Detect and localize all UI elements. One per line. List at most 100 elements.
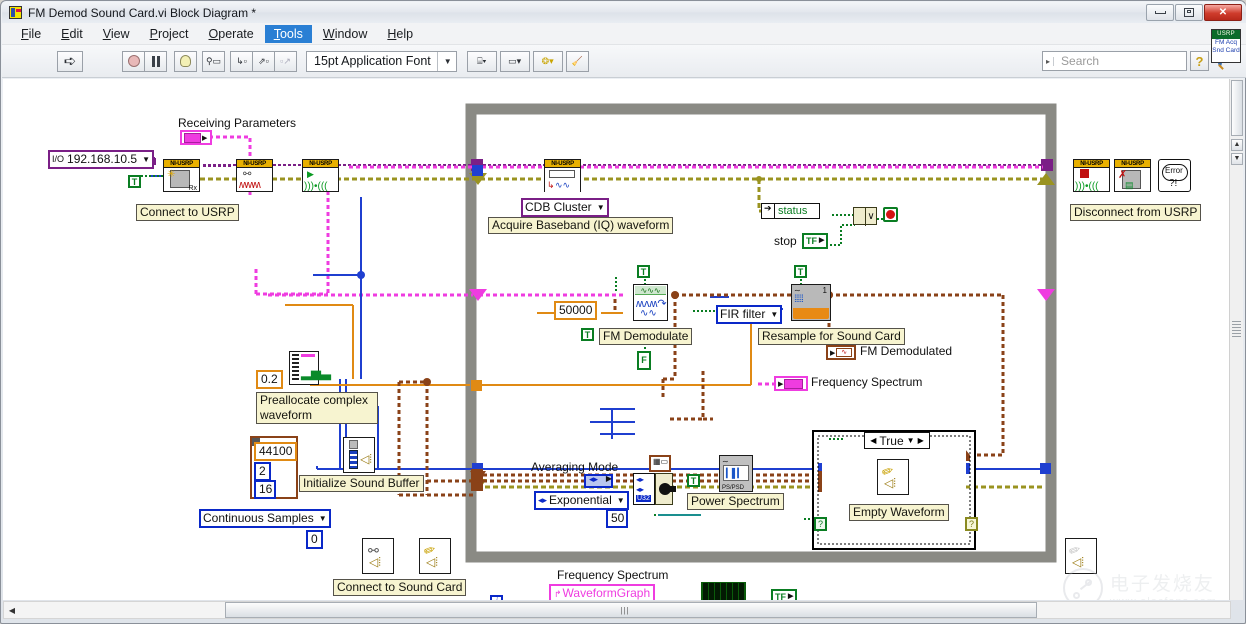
fm-demodulated-terminal[interactable]: ▶ ∿ (826, 345, 856, 360)
or-function-node[interactable]: ∨ (853, 207, 877, 225)
constant-0-2[interactable]: 0.2 (256, 370, 283, 389)
menu-file[interactable]: File (12, 25, 50, 43)
resample-for-sound-card-caption: Resample for Sound Card (758, 328, 905, 345)
window-title: FM Demod Sound Card.vi Block Diagram * (28, 6, 256, 20)
averaging-mode-enum-terminal[interactable]: ◂▸ ▶ (584, 474, 613, 488)
boolean-true-constant-1[interactable]: T (128, 175, 141, 188)
sound-on-boolean[interactable]: TF ▶ (771, 589, 797, 600)
constant-zero[interactable]: 0 (306, 530, 323, 549)
horizontal-scrollbar[interactable]: ◀ ||| (3, 601, 1231, 619)
scroll-grip-dots: ||| (620, 606, 629, 615)
close-button[interactable]: ✕ (1204, 4, 1242, 21)
align-objects-button[interactable]: ⌸▾ (467, 51, 497, 72)
scroll-up-arrow[interactable]: ▲ (1231, 139, 1243, 151)
menu-window[interactable]: Window (314, 25, 376, 43)
channels-constant[interactable]: 2 (254, 462, 271, 481)
usrp-configure-signal-node[interactable]: NI-USRP ⚯ ʍʍʍ (236, 159, 273, 192)
usrp-open-rx-session-node[interactable]: NI-USRP ✳ Rx (163, 159, 200, 192)
usrp-fetch-rx-data-node[interactable]: NI-USRP ↳ ∿∿ (544, 159, 581, 192)
vertical-scrollbar-grip[interactable] (1232, 321, 1241, 343)
retain-wire-values-button[interactable]: ⚲▭ (202, 51, 225, 72)
bundle-cluster-node[interactable] (655, 473, 673, 505)
block-diagram-canvas[interactable]: I/O 192.168.10.5 ▼ Receiving Parameters … (3, 79, 1231, 600)
sound-output-write-node-left[interactable]: ✏ ◁⦙ (419, 538, 451, 574)
reorder-button[interactable]: ❂▾ (533, 51, 563, 72)
power-spectrum-node[interactable]: ∼ ▎▌▎ PS/PSD (719, 455, 753, 492)
horizontal-scroll-track[interactable]: ||| (20, 602, 1230, 618)
initialize-sound-buffer-node[interactable]: ◁⦙ (343, 437, 375, 473)
abort-execution-button[interactable] (122, 51, 145, 72)
pause-button[interactable] (144, 51, 167, 72)
usrp-close-session-node[interactable]: NI-USRP ✗ ▤ (1114, 159, 1151, 192)
menu-help[interactable]: Help (378, 25, 422, 43)
step-over-button[interactable]: ⇗▫ (252, 51, 275, 72)
status-unbundle-node[interactable]: status (773, 203, 820, 219)
menu-tools[interactable]: Tools (265, 25, 312, 43)
scroll-left-arrow[interactable]: ◀ (4, 602, 20, 618)
bundle-cluster-icon-node[interactable]: ▦▭ (649, 455, 671, 472)
search-box[interactable]: ▸ (1042, 51, 1187, 71)
menu-edit[interactable]: Edit (52, 25, 92, 43)
receiving-parameters-label: Receiving Parameters (178, 116, 296, 130)
menu-operate[interactable]: Operate (200, 25, 263, 43)
vertical-scroll-thumb[interactable] (1231, 80, 1243, 136)
boolean-false-constant-1[interactable]: F (637, 351, 651, 370)
constant-50[interactable]: 50 (606, 509, 628, 528)
simple-error-handler-node[interactable]: Error ?! (1158, 159, 1191, 192)
waveform-graph-property-node[interactable]: ↱WaveformGraph (549, 584, 655, 600)
step-out-icon: ▫↗ (280, 57, 291, 66)
distribute-objects-button[interactable]: ▭▾ (500, 51, 530, 72)
boolean-true-constant-5[interactable]: T (687, 474, 700, 487)
bits-constant[interactable]: 16 (254, 480, 276, 499)
chevron-down-icon[interactable]: ▼ (907, 436, 915, 445)
sound-output-clear-node[interactable]: ✏ ◁⦙ (1065, 538, 1097, 574)
vi-icon-line1: FM Acq (1215, 39, 1237, 47)
usrp-banner-4: NI-USRP (545, 160, 580, 168)
continuous-samples-selector[interactable]: Continuous Samples ▼ (199, 509, 331, 528)
case-selector[interactable]: ◀ True ▼ ▶ (864, 432, 930, 449)
run-button[interactable]: ➪ (57, 51, 83, 72)
menu-project[interactable]: Project (141, 25, 198, 43)
averaging-mode-label: Averaging Mode (531, 460, 618, 474)
disconnect-from-usrp-caption: Disconnect from USRP (1070, 204, 1201, 221)
waveform-graph-thumbnail[interactable] (701, 582, 746, 600)
sound-format-cluster-constant[interactable]: 44100 2 16 (250, 436, 298, 499)
maximize-button[interactable] (1175, 4, 1203, 21)
minimize-button[interactable] (1146, 4, 1174, 21)
preallocate-complex-waveform-node[interactable]: ▂▅▃ (289, 351, 319, 385)
menu-view[interactable]: View (94, 25, 139, 43)
usrp-abort-node[interactable]: NI-USRP )))•((( (1073, 159, 1110, 192)
constant-50000[interactable]: 50000 (554, 301, 597, 320)
highlight-execution-button[interactable] (174, 51, 197, 72)
cdb-cluster-selector[interactable]: CDB Cluster ▼ (521, 198, 609, 217)
receiving-parameters-terminal[interactable]: ▶ (180, 130, 212, 145)
boolean-true-constant-3[interactable]: T (581, 328, 594, 341)
stop-boolean-terminal[interactable]: TF ▶ (802, 233, 828, 249)
next-case-icon[interactable]: ▶ (918, 436, 924, 445)
horizontal-scroll-thumb[interactable] (225, 602, 1037, 618)
sound-write-node-in-case[interactable]: ✏ ◁⦙ (877, 459, 909, 495)
usrp-initiate-node[interactable]: NI-USRP ▶ )))•((( (302, 159, 339, 192)
search-dropdown-icon[interactable]: ▸ (1046, 57, 1054, 66)
clean-up-diagram-button[interactable]: 🧹 (566, 51, 589, 72)
frequency-spectrum-terminal[interactable]: ▶ (774, 376, 808, 391)
stop-indicator-led[interactable] (883, 207, 898, 222)
cluster-icon-2 (784, 379, 803, 389)
fm-demodulate-node[interactable]: ∿∿∿ ʍʌʍ↷ ∿∿ (633, 284, 668, 321)
context-help-button[interactable]: ? (1190, 51, 1209, 71)
boolean-true-constant-2[interactable]: T (637, 265, 650, 278)
scroll-down-arrow[interactable]: ▼ (1231, 153, 1243, 165)
sample-rate-constant[interactable]: 44100 (254, 442, 297, 461)
font-selector[interactable]: 15pt Application Font ▼ (306, 51, 457, 72)
resample-for-sound-card-node[interactable]: ∼ 1 ⁞⁞⁞⁞⁞ (791, 284, 831, 321)
prev-case-icon[interactable]: ◀ (870, 436, 876, 445)
step-out-button[interactable]: ▫↗ (274, 51, 297, 72)
ip-address-control[interactable]: I/O 192.168.10.5 ▼ (48, 150, 154, 169)
boolean-true-constant-4[interactable]: T (794, 265, 807, 278)
vi-icon-pane[interactable]: USRP FM Acq Snd Card (1211, 29, 1241, 63)
step-into-button[interactable]: ↳▫ (230, 51, 253, 72)
sound-output-configure-node[interactable]: ⚯ ◁⦙ (362, 538, 394, 574)
exponential-selector[interactable]: ◂▸ Exponential ▼ (534, 491, 629, 510)
chevron-down-icon: ▼ (319, 511, 327, 526)
fir-filter-selector[interactable]: FIR filter ▼ (716, 305, 782, 324)
